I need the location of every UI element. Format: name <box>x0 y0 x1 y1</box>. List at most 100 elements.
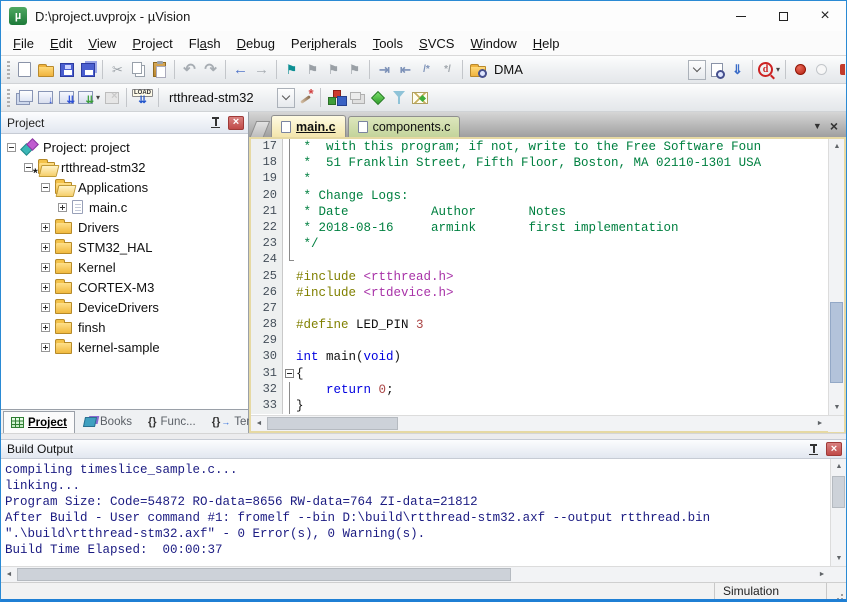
tree-expander-minus[interactable] <box>41 183 50 192</box>
tree-expander-minus[interactable] <box>7 143 16 152</box>
project-tree[interactable]: Project: project*rtthread-stm32Applicati… <box>1 134 248 409</box>
select-target-value[interactable]: rtthread-stm32 <box>163 90 277 105</box>
previous-bookmark-button[interactable]: ⚑ <box>302 59 323 81</box>
cut-button[interactable]: ✂ <box>107 59 128 81</box>
scroll-down-button[interactable]: ▼ <box>829 400 845 415</box>
build-vscroll-track[interactable] <box>831 474 846 551</box>
scroll-right-button[interactable]: ► <box>812 416 828 431</box>
tree-expander-minus[interactable] <box>24 163 33 172</box>
tree-item-stm32-hal[interactable]: STM32_HAL <box>1 237 248 257</box>
menu-help[interactable]: Help <box>525 33 568 54</box>
select-target-combo[interactable]: rtthread-stm32 <box>163 87 295 109</box>
editor-hscroll-track[interactable] <box>267 416 812 431</box>
new-file-button[interactable] <box>14 59 35 81</box>
build-hscroll-track[interactable] <box>17 567 814 582</box>
tree-item-kernel-sample[interactable]: kernel-sample <box>1 337 248 357</box>
document-close-icon[interactable]: × <box>830 119 838 133</box>
menu-debug[interactable]: Debug <box>229 33 283 54</box>
build-output-pin-button[interactable] <box>809 444 818 455</box>
select-target-dropdown-button[interactable] <box>277 88 295 108</box>
build-output-vertical-scrollbar[interactable]: ▲ ▼ <box>830 459 846 566</box>
build-output-horizontal-scrollbar[interactable]: ◄ ► <box>1 566 830 582</box>
tree-expander-plus[interactable] <box>41 263 50 272</box>
scroll-up-button[interactable]: ▲ <box>829 139 845 154</box>
tree-item-devicedrivers[interactable]: DeviceDrivers <box>1 297 248 317</box>
project-panel-pin-button[interactable] <box>211 117 220 128</box>
find-button[interactable] <box>706 59 727 81</box>
editor-tab-components.c[interactable]: components.c <box>348 116 461 137</box>
open-file-button[interactable] <box>35 59 56 81</box>
tree-item-finsh[interactable]: finsh <box>1 317 248 337</box>
copy-button[interactable] <box>128 59 149 81</box>
menu-tools[interactable]: Tools <box>365 33 411 54</box>
tree-item-applications[interactable]: Applications <box>1 177 248 197</box>
panel-tab-books[interactable]: Books <box>77 410 139 433</box>
scroll-up-button[interactable]: ▲ <box>831 459 847 474</box>
find-text-dropdown-button[interactable] <box>688 60 706 80</box>
dropdown-caret-icon[interactable]: ▾ <box>776 65 780 74</box>
tree-item-cortex-m3[interactable]: CORTEX-M3 <box>1 277 248 297</box>
editor-hscroll-thumb[interactable] <box>267 417 398 430</box>
project-panel-close-button[interactable]: × <box>228 116 244 130</box>
tree-expander-plus[interactable] <box>41 223 50 232</box>
disable-all-breakpoints-button[interactable] <box>832 59 846 81</box>
menu-file[interactable]: File <box>5 33 42 54</box>
enable-disable-breakpoint-button[interactable] <box>811 59 832 81</box>
clear-all-bookmarks-button[interactable]: ⚑ <box>344 59 365 81</box>
options-for-target-button[interactable] <box>295 87 316 109</box>
fold-collapse-icon[interactable] <box>285 369 294 378</box>
tree-item-kernel[interactable]: Kernel <box>1 257 248 277</box>
tree-item-rtthread-stm32[interactable]: *rtthread-stm32 <box>1 157 248 177</box>
start-stop-debug-button[interactable]: d▾ <box>757 59 781 81</box>
scroll-left-button[interactable]: ◄ <box>251 416 267 431</box>
editor-vscroll-track[interactable] <box>829 154 844 400</box>
build-output-text[interactable]: compiling timeslice_sample.c...linking..… <box>1 459 830 566</box>
editor-horizontal-scrollbar[interactable]: ◄ ► <box>251 415 844 431</box>
menu-window[interactable]: Window <box>462 33 524 54</box>
minimize-button[interactable] <box>720 1 762 31</box>
navigate-back-button[interactable]: ← <box>230 59 251 81</box>
tree-expander-plus[interactable] <box>41 303 50 312</box>
manage-run-time-environment-button[interactable] <box>367 87 388 109</box>
menu-edit[interactable]: Edit <box>42 33 80 54</box>
rebuild-all-button[interactable] <box>56 87 77 109</box>
find-text-value[interactable]: DMA <box>488 62 688 77</box>
save-button[interactable] <box>56 59 77 81</box>
tree-expander-plus[interactable] <box>41 323 50 332</box>
scroll-right-button[interactable]: ► <box>814 567 830 582</box>
save-all-button[interactable] <box>77 59 98 81</box>
navigate-forward-button[interactable]: → <box>251 59 272 81</box>
scroll-left-button[interactable]: ◄ <box>1 567 17 582</box>
batch-build-button[interactable]: ▾ <box>77 87 101 109</box>
tree-expander-plus[interactable] <box>58 203 67 212</box>
translate-file-button[interactable] <box>14 87 35 109</box>
menu-view[interactable]: View <box>80 33 124 54</box>
menu-svcs[interactable]: SVCS <box>411 33 462 54</box>
tree-item-project-project[interactable]: Project: project <box>1 137 248 157</box>
build-hscroll-thumb[interactable] <box>17 568 511 581</box>
panel-tab-project[interactable]: Project <box>3 411 75 433</box>
panel-tab-func[interactable]: {}Func... <box>141 410 203 433</box>
manage-multiproject-workspace-button[interactable] <box>346 87 367 109</box>
menu-project[interactable]: Project <box>124 33 180 54</box>
tree-expander-plus[interactable] <box>41 283 50 292</box>
scroll-down-button[interactable]: ▼ <box>831 551 847 566</box>
stop-build-button[interactable] <box>101 87 122 109</box>
select-software-packs-button[interactable] <box>388 87 409 109</box>
paste-button[interactable] <box>149 59 170 81</box>
document-list-dropdown-icon[interactable]: ▼ <box>813 121 822 131</box>
editor-tab-main.c[interactable]: main.c <box>271 115 346 137</box>
toolbar-grip[interactable] <box>7 89 10 107</box>
menu-peripherals[interactable]: Peripherals <box>283 33 365 54</box>
build-vscroll-thumb[interactable] <box>832 476 845 508</box>
tree-expander-plus[interactable] <box>41 343 50 352</box>
find-text-combo[interactable]: DMA <box>488 59 706 81</box>
editor-vertical-scrollbar[interactable]: ▲ ▼ <box>828 139 844 415</box>
toolbar-grip[interactable] <box>7 61 10 79</box>
indent-button[interactable]: ⇥ <box>374 59 395 81</box>
redo-button[interactable]: ↷ <box>200 59 221 81</box>
toggle-bookmark-button[interactable]: ⚑ <box>281 59 302 81</box>
outdent-button[interactable]: ⇤ <box>395 59 416 81</box>
next-bookmark-button[interactable]: ⚑ <box>323 59 344 81</box>
tree-expander-plus[interactable] <box>41 243 50 252</box>
